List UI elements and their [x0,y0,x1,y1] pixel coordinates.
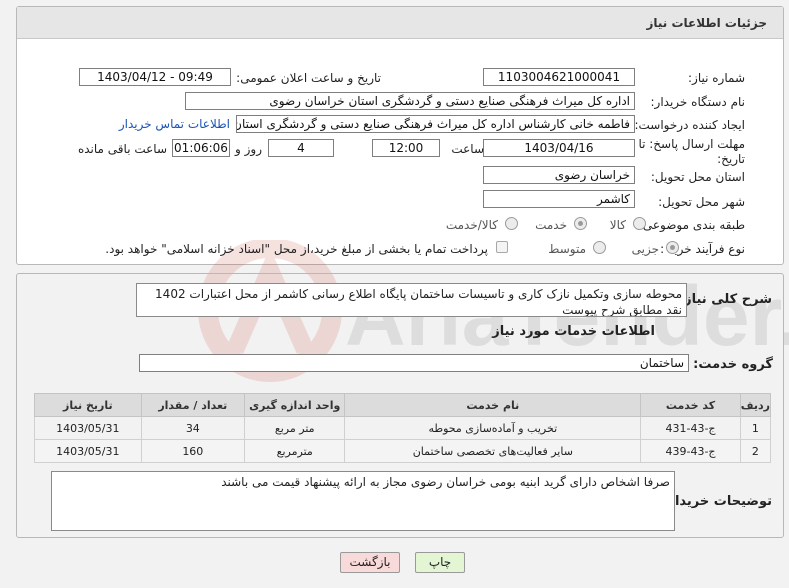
cell-service-code: ج-43-431 [640,416,741,440]
category-option-goods-service: کالا/خدمت [445,218,498,232]
process-radio-medium[interactable] [593,241,606,254]
col-need-date: تاریخ نیاز [34,393,142,417]
cell-row-number: 2 [739,439,772,463]
creator-field[interactable]: فاطمه خانی کارشناس اداره کل میراث فرهنگی… [236,115,635,133]
city-label: شهر محل تحویل: [658,195,745,209]
panel-header: جزئیات اطلاعات نیاز [17,7,783,39]
service-group-label: گروه خدمت: [693,357,773,372]
days-label: روز و [235,142,262,156]
remaining-time-label: ساعت باقی مانده [77,142,167,156]
cell-need-date: 1403/05/31 [34,439,142,463]
buyer-contact-link[interactable]: اطلاعات تماس خریدار [119,117,230,131]
process-option-minor: جزیی [631,242,659,256]
col-service-code: کد خدمت [640,393,741,417]
province-field[interactable]: خراسان رضوی [483,166,635,184]
print-button[interactable]: چاپ [415,552,465,573]
treasury-payment-checkbox[interactable] [496,241,508,253]
cell-unit: متر مربع [243,416,346,440]
announce-datetime-label: تاریخ و ساعت اعلان عمومی: [236,71,381,85]
creator-label: ایجاد کننده درخواست: [634,118,745,132]
need-number-field[interactable]: 1103004621000041 [483,68,635,86]
summary-label: شرح کلی نیاز: [678,292,772,307]
category-option-goods: کالا [609,218,626,232]
services-table: ردیف کد خدمت نام خدمت واحد اندازه گیری ت… [34,393,772,463]
table-row[interactable]: 1 ج-43-431 تخریب و آماده‌سازی محوطه متر … [34,416,772,440]
cell-service-name: سایر فعالیت‌های تخصصی ساختمان [344,439,642,463]
back-button[interactable]: بازگشت [340,552,400,573]
category-radio-goods-service[interactable] [505,217,518,230]
category-option-service: خدمت [535,218,567,232]
treasury-payment-note: پرداخت تمام یا بخشی از مبلغ خرید،از محل … [105,242,488,256]
services-section-title: اطلاعات خدمات مورد نیاز [492,324,655,339]
table-header-row: ردیف کد خدمت نام خدمت واحد اندازه گیری ت… [34,393,772,417]
cell-need-date: 1403/05/31 [34,416,142,440]
deadline-label: مهلت ارسال پاسخ: تا [638,137,745,151]
buyer-notes-textarea[interactable]: صرفا اشخاص دارای گرید ابنیه بومی خراسان … [51,471,675,531]
deadline-time-label: ساعت [451,142,484,156]
col-service-name: نام خدمت [344,393,642,417]
col-quantity: تعداد / مقدار [140,393,246,417]
process-option-medium: متوسط [548,242,586,256]
buyer-org-label: نام دستگاه خریدار: [650,95,746,109]
service-group-field[interactable]: ساختمان [139,354,689,372]
deadline-time-field[interactable]: 12:00 [372,139,440,157]
col-row-number: ردیف [739,393,772,417]
deadline-date-field[interactable]: 1403/04/16 [483,139,635,157]
remaining-time-field[interactable]: 01:06:06 [172,139,230,157]
category-radio-goods[interactable] [633,217,646,230]
city-field[interactable]: کاشمر [483,190,635,208]
cell-row-number: 1 [739,416,772,440]
cell-unit: مترمربع [243,439,346,463]
buyer-org-field[interactable]: اداره کل میراث فرهنگی صنایع دستی و گردشگ… [185,92,635,110]
table-row[interactable]: 2 ج-43-439 سایر فعالیت‌های تخصصی ساختمان… [34,439,772,463]
cell-service-code: ج-43-439 [640,439,741,463]
col-unit: واحد اندازه گیری [243,393,346,417]
need-number-label: شماره نیاز: [688,71,745,85]
cell-service-name: تخریب و آماده‌سازی محوطه [344,416,642,440]
summary-textarea[interactable]: محوطه سازی وتکمیل نازک کاری و تاسیسات سا… [136,283,687,317]
category-radio-service[interactable] [574,217,587,230]
category-label: طبقه بندی موضوعی: [638,218,745,232]
buyer-notes-label: توضیحات خریدار: [662,494,772,509]
cell-quantity: 34 [140,416,246,440]
announce-datetime-field[interactable]: 1403/04/12 - 09:49 [79,68,231,86]
deadline-date-label: تاریخ: [717,152,745,166]
province-label: استان محل تحویل: [650,170,745,184]
page-title: جزئیات اطلاعات نیاز [646,16,767,30]
process-radio-minor[interactable] [666,241,679,254]
cell-quantity: 160 [140,439,246,463]
remaining-days-field[interactable]: 4 [268,139,334,157]
